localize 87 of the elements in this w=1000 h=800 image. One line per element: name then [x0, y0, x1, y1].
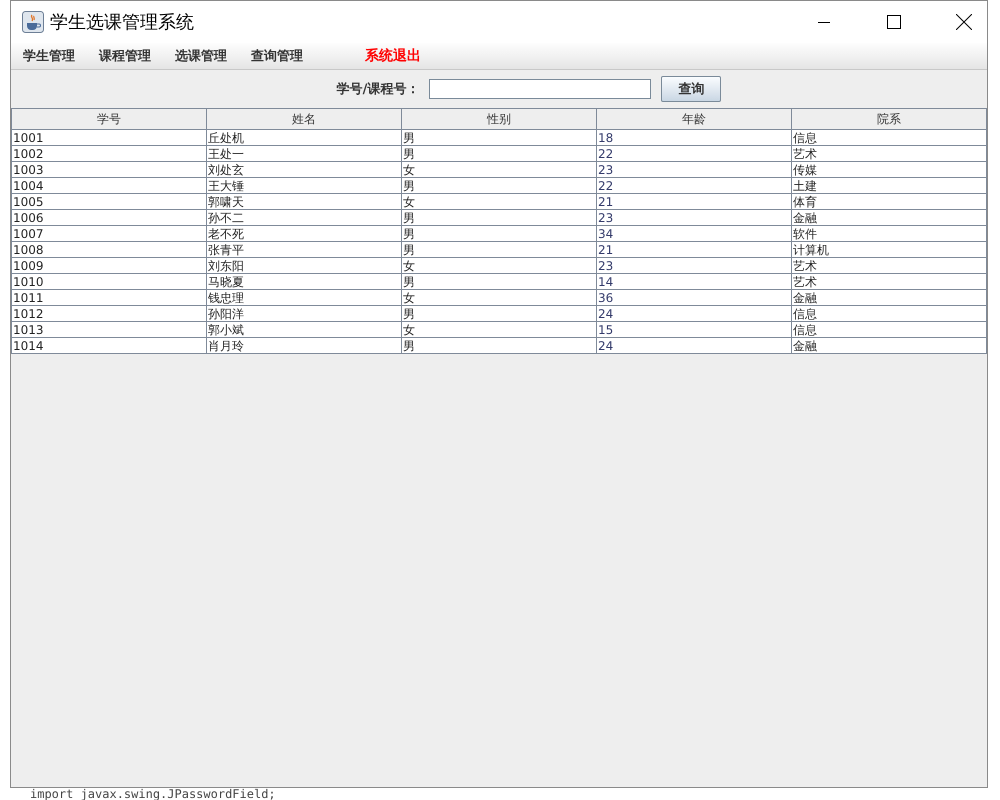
close-icon [956, 14, 972, 30]
menu-item[interactable]: 学生管理 [23, 47, 87, 65]
table-cell: 男 [402, 210, 596, 226]
table-cell: 老不死 [206, 226, 402, 242]
table-cell: 刘东阳 [206, 258, 402, 274]
table-cell: 24 [596, 338, 792, 354]
table-cell: 1012 [12, 306, 206, 322]
table-cell: 23 [596, 210, 792, 226]
menu-item[interactable]: 课程管理 [99, 47, 163, 65]
column-header[interactable]: 性别 [402, 108, 596, 130]
table-cell: 24 [596, 306, 792, 322]
table-cell: 23 [596, 162, 792, 178]
table-cell: 18 [596, 130, 792, 146]
coffee-cup-icon [22, 11, 44, 33]
table-cell: 21 [596, 242, 792, 258]
table-cell: 计算机 [792, 242, 986, 258]
menu-item[interactable]: 查询管理 [251, 47, 315, 65]
column-header[interactable]: 年龄 [596, 108, 792, 130]
table-cell: 1010 [12, 274, 206, 290]
table-cell: 传媒 [792, 162, 986, 178]
table-cell: 1005 [12, 194, 206, 210]
table-cell: 肖月玲 [206, 338, 402, 354]
maximize-icon [887, 15, 901, 29]
table-cell: 金融 [792, 210, 986, 226]
table-cell: 21 [596, 194, 792, 210]
menu-item[interactable]: 选课管理 [175, 47, 239, 65]
table-cell: 男 [402, 178, 596, 194]
table-cell: 艺术 [792, 146, 986, 162]
search-field[interactable] [429, 79, 652, 99]
table-cell: 女 [402, 194, 596, 210]
table-cell: 女 [402, 162, 596, 178]
table-cell: 马晓夏 [206, 274, 402, 290]
table-cell: 女 [402, 322, 596, 338]
table-cell: 丘处机 [206, 130, 402, 146]
table-cell: 23 [596, 258, 792, 274]
table-cell: 1007 [12, 226, 206, 242]
table-cell: 女 [402, 258, 596, 274]
table-cell: 22 [596, 146, 792, 162]
table-cell: 1014 [12, 338, 206, 354]
table-cell: 王处一 [206, 146, 402, 162]
table-cell: 金融 [792, 290, 986, 306]
table-cell: 1008 [12, 242, 206, 258]
column-header[interactable]: 姓名 [206, 108, 402, 130]
table-cell: 软件 [792, 226, 986, 242]
window-title: 学生选课管理系统 [50, 11, 195, 34]
table-cell: 1004 [12, 178, 206, 194]
table-cell: 女 [402, 290, 596, 306]
table-cell: 信息 [792, 322, 986, 338]
table-cell: 金融 [792, 338, 986, 354]
table-cell: 男 [402, 242, 596, 258]
search-label: 学号/课程号： [336, 81, 420, 98]
table-cell: 1002 [12, 146, 206, 162]
table-cell: 男 [402, 226, 596, 242]
table-cell: 1009 [12, 258, 206, 274]
table-cell: 1001 [12, 130, 206, 146]
table-cell: 艺术 [792, 258, 986, 274]
table-cell: 郭啸天 [206, 194, 402, 210]
table-cell: 艺术 [792, 274, 986, 290]
table-cell: 钱忠理 [206, 290, 402, 306]
table-cell: 体育 [792, 194, 986, 210]
table-cell: 15 [596, 322, 792, 338]
table-cell: 男 [402, 146, 596, 162]
table-cell: 1013 [12, 322, 206, 338]
table-cell: 孙不二 [206, 210, 402, 226]
table-cell: 王大锤 [206, 178, 402, 194]
column-header[interactable]: 学号 [12, 108, 206, 130]
table-cell: 郭小斌 [206, 322, 402, 338]
table-cell: 男 [402, 338, 596, 354]
table-cell: 土建 [792, 178, 986, 194]
table-cell: 36 [596, 290, 792, 306]
table-cell: 34 [596, 226, 792, 242]
table-cell: 张青平 [206, 242, 402, 258]
table-cell: 男 [402, 130, 596, 146]
menu-item[interactable]: 系统退出 [365, 47, 433, 65]
table-cell: 1011 [12, 290, 206, 306]
column-header[interactable]: 院系 [792, 108, 986, 130]
table-cell: 孙阳洋 [206, 306, 402, 322]
table-cell: 22 [596, 178, 792, 194]
table-cell: 1003 [12, 162, 206, 178]
table-cell: 信息 [792, 306, 986, 322]
table-cell: 刘处玄 [206, 162, 402, 178]
query-button[interactable]: 查询 [661, 76, 722, 102]
table-cell: 1006 [12, 210, 206, 226]
table-cell: 男 [402, 306, 596, 322]
table-cell: 男 [402, 274, 596, 290]
table-cell: 14 [596, 274, 792, 290]
table-cell: 信息 [792, 130, 986, 146]
